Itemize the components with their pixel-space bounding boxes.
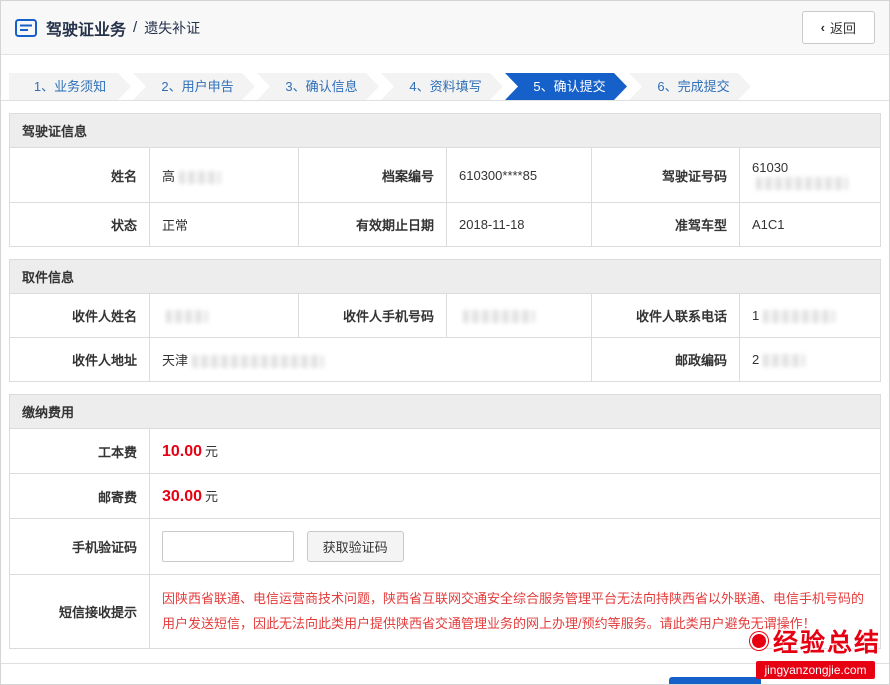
verification-code-label: 手机验证码	[10, 519, 150, 575]
name-value: 高	[162, 169, 175, 184]
chevron-left-icon: ‹	[821, 20, 825, 35]
prev-step-button[interactable]: 上一步	[669, 677, 761, 685]
valid-until-value: 2018-11-18	[459, 217, 525, 232]
page-title: 驾驶证业务	[46, 16, 126, 40]
name-label: 姓名	[10, 148, 150, 203]
recipient-name-label: 收件人姓名	[10, 294, 150, 338]
recipient-mobile-value-cell	[447, 294, 592, 338]
production-fee-amount: 10.00	[162, 443, 202, 460]
file-no-label: 档案编号	[299, 148, 447, 203]
watermark-title: 经验总结	[773, 623, 881, 659]
payment-section: 缴纳费用 工本费 10.00元 邮寄费 30.00元 手机验证码 获取验证码	[9, 394, 881, 649]
vehicle-type-value: A1C1	[752, 217, 785, 232]
redacted-text	[756, 177, 848, 190]
recipient-phone-label: 收件人联系电话	[592, 294, 740, 338]
valid-until-value-cell: 2018-11-18	[447, 203, 592, 247]
redacted-text	[192, 355, 324, 368]
status-value-cell: 正常	[150, 203, 299, 247]
postal-code-label: 邮政编码	[592, 338, 740, 382]
page-subtitle: 遗失补证	[144, 18, 200, 38]
redacted-text	[763, 310, 835, 323]
page: 驾驶证业务 / 遗失补证 ‹ 返回 1、业务须知 2、用户申告 3、确认信息 4…	[0, 0, 890, 685]
postage-fee-value-cell: 30.00元	[150, 474, 881, 519]
recipient-phone-value-cell: 1	[740, 294, 881, 338]
id-card-icon	[15, 19, 37, 37]
watermark-domain: jingyanzongjie.com	[756, 661, 874, 679]
verification-code-cell: 获取验证码	[150, 519, 881, 575]
production-fee-value-cell: 10.00元	[150, 429, 881, 474]
title-divider: /	[133, 19, 137, 36]
postage-fee-label: 邮寄费	[10, 474, 150, 519]
back-button-label: 返回	[830, 18, 856, 37]
postal-code-value: 2	[752, 352, 759, 367]
production-fee-label: 工本费	[10, 429, 150, 474]
step-3-confirm-info[interactable]: 3、确认信息	[257, 73, 379, 100]
step-6-complete-submit[interactable]: 6、完成提交	[629, 73, 751, 100]
license-no-label: 驾驶证号码	[592, 148, 740, 203]
watermark-logo-icon	[750, 632, 768, 650]
postage-fee-unit: 元	[205, 489, 218, 504]
redacted-text	[179, 171, 221, 184]
license-no-value: 61030	[752, 160, 788, 175]
step-1-business-notice[interactable]: 1、业务须知	[9, 73, 131, 100]
sms-notice-label: 短信接收提示	[10, 575, 150, 649]
recipient-address-label: 收件人地址	[10, 338, 150, 382]
license-info-section: 驾驶证信息 姓名 高 档案编号 610300****85 驾驶证号码 61030…	[9, 113, 881, 247]
payment-table: 工本费 10.00元 邮寄费 30.00元 手机验证码 获取验证码 短信接收提	[9, 428, 881, 649]
redacted-text	[166, 310, 208, 323]
watermark: 经验总结 jingyanzongjie.com	[750, 623, 881, 679]
license-no-value-cell: 61030	[740, 148, 881, 203]
valid-until-label: 有效期止日期	[299, 203, 447, 247]
vehicle-type-value-cell: A1C1	[740, 203, 881, 247]
postal-code-value-cell: 2	[740, 338, 881, 382]
redacted-text	[763, 354, 805, 367]
recipient-address-value-cell: 天津	[150, 338, 592, 382]
payment-title: 缴纳费用	[9, 394, 881, 428]
recipient-mobile-label: 收件人手机号码	[299, 294, 447, 338]
top-bar: 驾驶证业务 / 遗失补证 ‹ 返回	[1, 1, 889, 55]
vehicle-type-label: 准驾车型	[592, 203, 740, 247]
recipient-phone-value: 1	[752, 308, 759, 323]
step-4-fill-data[interactable]: 4、资料填写	[381, 73, 503, 100]
license-info-table: 姓名 高 档案编号 610300****85 驾驶证号码 61030 状态 正常…	[9, 147, 881, 247]
verification-code-input[interactable]	[162, 531, 294, 562]
recipient-name-value-cell	[150, 294, 299, 338]
file-no-value: 610300****85	[459, 168, 537, 183]
status-label: 状态	[10, 203, 150, 247]
pickup-info-section: 取件信息 收件人姓名 收件人手机号码 收件人联系电话 1 收件人地址	[9, 259, 881, 382]
step-nav: 1、业务须知 2、用户申告 3、确认信息 4、资料填写 5、确认提交 6、完成提…	[1, 55, 889, 101]
step-2-user-declaration[interactable]: 2、用户申告	[133, 73, 255, 100]
postage-fee-amount: 30.00	[162, 488, 202, 505]
redacted-text	[463, 310, 535, 323]
recipient-address-value: 天津	[162, 353, 188, 368]
license-info-title: 驾驶证信息	[9, 113, 881, 147]
pickup-info-title: 取件信息	[9, 259, 881, 293]
production-fee-unit: 元	[205, 444, 218, 459]
get-code-button[interactable]: 获取验证码	[307, 531, 404, 562]
pickup-info-table: 收件人姓名 收件人手机号码 收件人联系电话 1 收件人地址 天津 邮政编码	[9, 293, 881, 382]
status-value: 正常	[162, 218, 188, 233]
name-value-cell: 高	[150, 148, 299, 203]
back-button[interactable]: ‹ 返回	[802, 11, 875, 44]
file-no-value-cell: 610300****85	[447, 148, 592, 203]
step-5-confirm-submit[interactable]: 5、确认提交	[505, 73, 627, 100]
